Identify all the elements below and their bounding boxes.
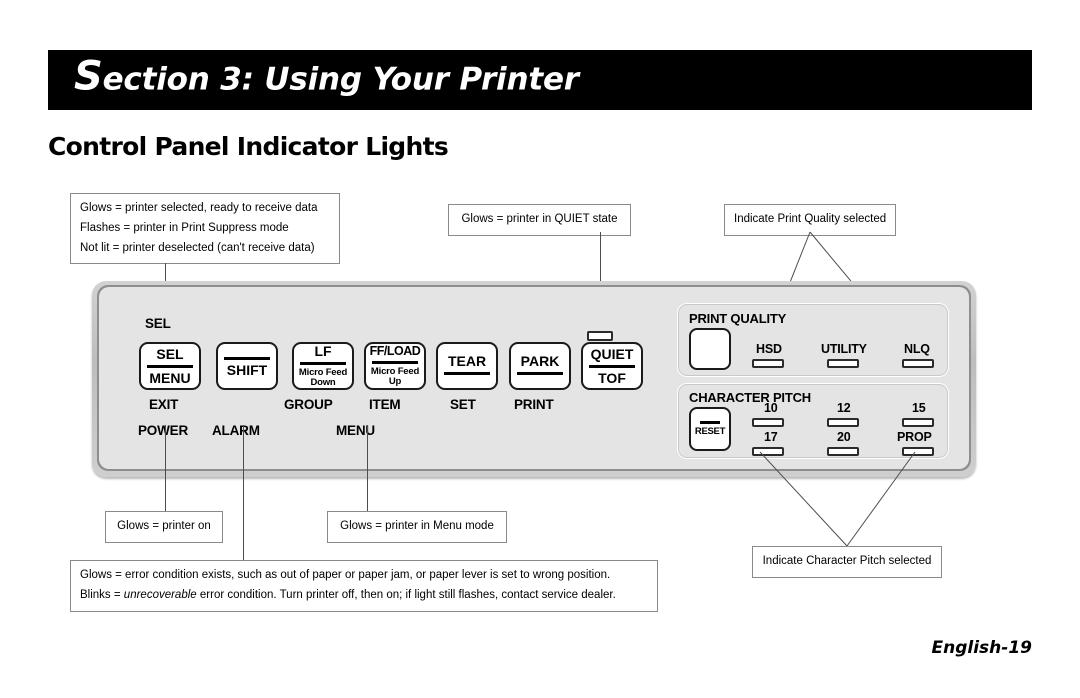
quiet-led-indicator [587, 331, 613, 341]
indicator-label-pitch-10: 10 [764, 401, 778, 415]
leader-menu-light [367, 425, 368, 511]
callout-power-light: Glows = printer on [105, 511, 223, 543]
control-panel-face: SEL SEL MENU EXIT POWER SHIFT ALARM LF M… [99, 287, 969, 469]
callout-sel-line1: Glows = printer selected, ready to recei… [80, 202, 318, 214]
callout-alarm-line2: Blinks = unrecoverable error condition. … [80, 586, 648, 606]
indicator-label-hsd: HSD [756, 342, 782, 356]
panel-label-exit: EXIT [149, 397, 179, 412]
button-park-top: PARK [520, 353, 560, 370]
panel-label-print: PRINT [514, 397, 554, 412]
button-print-quality-select[interactable] [689, 328, 731, 370]
callout-sel-light: Glows = printer selected, ready to recei… [70, 193, 340, 265]
button-tear-top: TEAR [447, 353, 487, 370]
callout-sel-line3: Not lit = printer deselected (can't rece… [80, 241, 315, 254]
button-divider [700, 421, 720, 424]
callout-power-line1: Glows = printer on [117, 520, 211, 532]
control-panel: SEL SEL MENU EXIT POWER SHIFT ALARM LF M… [92, 281, 976, 477]
leader-alarm-light [243, 425, 244, 560]
callout-print-quality: Indicate Print Quality selected [724, 204, 896, 236]
leader-power-light [165, 425, 166, 511]
button-character-pitch-reset[interactable]: RESET [689, 407, 731, 451]
panel-label-item: ITEM [369, 397, 401, 412]
callout-alarm-light: Glows = error condition exists, such as … [70, 560, 658, 612]
button-divider [147, 364, 193, 368]
callout-alarm-line2-emphasis: unrecoverable [123, 588, 197, 601]
indicator-label-pitch-20: 20 [837, 430, 851, 444]
section-title-rest: ection 3: Using Your Printer [102, 61, 579, 98]
indicator-label-pitch-12: 12 [837, 401, 851, 415]
panel-label-menu: MENU [336, 423, 375, 438]
led-pitch-15 [902, 418, 934, 427]
section-title-initial: S [74, 53, 103, 100]
button-sel-menu-bottom: MENU [149, 369, 191, 386]
manual-page: Section 3: Using Your Printer Control Pa… [0, 0, 1080, 698]
led-pitch-prop [902, 447, 934, 456]
callout-alarm-line1: Glows = error condition exists, such as … [80, 569, 611, 581]
led-pitch-20 [827, 447, 859, 456]
led-pitch-12 [827, 418, 859, 427]
button-reset-label: RESET [694, 426, 726, 437]
button-divider [224, 357, 270, 361]
button-quiet-top: QUIET [590, 345, 634, 362]
button-quiet-tof[interactable]: QUIET TOF [581, 342, 643, 390]
button-lf-bottom-line2: Down [310, 376, 336, 388]
section-title: Section 3: Using Your Printer [74, 56, 579, 98]
button-tear[interactable]: TEAR [436, 342, 498, 390]
button-lf-top: LF [314, 343, 332, 359]
led-nlq [902, 359, 934, 368]
callout-menu-line1: Glows = printer in Menu mode [340, 520, 494, 532]
button-sel-menu-top: SEL [156, 345, 184, 362]
callout-character-pitch-line1: Indicate Character Pitch selected [762, 555, 932, 567]
led-pitch-17 [752, 447, 784, 456]
callout-alarm-line2-b: error condition. Turn printer off, then … [196, 588, 616, 601]
button-park[interactable]: PARK [509, 342, 571, 390]
button-quiet-bottom: TOF [598, 369, 626, 386]
callout-menu-light: Glows = printer in Menu mode [327, 511, 507, 543]
indicator-label-pitch-17: 17 [764, 430, 778, 444]
panel-label-set: SET [450, 397, 476, 412]
panel-label-group: GROUP [284, 397, 333, 412]
callout-sel-line2: Flashes = printer in Print Suppress mode [80, 221, 289, 234]
button-lf-microfeed-down[interactable]: LF Micro Feed Down [292, 342, 354, 390]
indicator-label-utility: UTILITY [821, 342, 867, 356]
indicator-label-pitch-prop: PROP [897, 430, 932, 444]
button-ffload-microfeed-up[interactable]: FF/LOAD Micro Feed Up [364, 342, 426, 390]
button-divider [300, 361, 346, 365]
led-pitch-10 [752, 418, 784, 427]
section-banner: Section 3: Using Your Printer [48, 50, 1032, 110]
indicator-label-nlq: NLQ [904, 342, 930, 356]
button-ffload-top: FF/LOAD [369, 343, 421, 358]
callout-character-pitch: Indicate Character Pitch selected [752, 546, 942, 578]
button-divider [444, 371, 490, 375]
button-shift-bottom: SHIFT [226, 362, 268, 379]
callout-alarm-line2-a: Blinks = [80, 588, 124, 601]
button-shift[interactable]: SHIFT [216, 342, 278, 390]
page-footer: English-19 [931, 638, 1032, 658]
led-hsd [752, 359, 784, 368]
group-title-print-quality: PRINT QUALITY [689, 311, 787, 326]
callout-quiet-light: Glows = printer in QUIET state [448, 204, 631, 236]
button-ffload-bottom-line2: Up [388, 376, 402, 388]
indicator-label-pitch-15: 15 [912, 401, 926, 415]
callout-print-quality-line1: Indicate Print Quality selected [734, 213, 887, 225]
button-divider [589, 364, 635, 368]
callout-quiet-line1: Glows = printer in QUIET state [461, 213, 618, 225]
control-panel-bezel: SEL SEL MENU EXIT POWER SHIFT ALARM LF M… [97, 285, 971, 471]
panel-label-power: POWER [138, 423, 189, 438]
led-utility [827, 359, 859, 368]
group-title-character-pitch: CHARACTER PITCH [689, 390, 811, 405]
button-divider [372, 360, 418, 364]
page-subtitle: Control Panel Indicator Lights [48, 132, 449, 161]
button-sel-menu[interactable]: SEL MENU [139, 342, 201, 390]
button-divider [517, 371, 563, 375]
panel-label-alarm: ALARM [212, 423, 260, 438]
panel-label-sel-indicator: SEL [145, 316, 171, 331]
